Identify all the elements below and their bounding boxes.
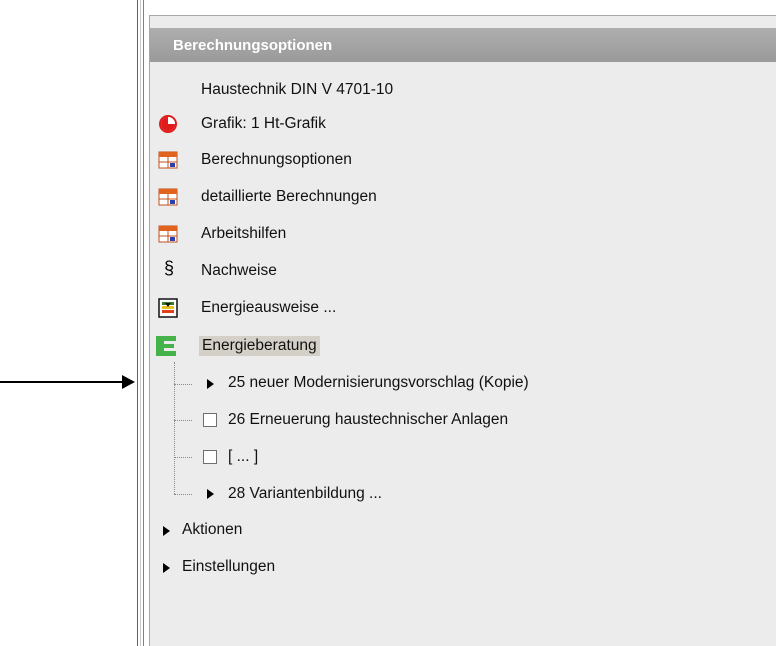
tree-guide-line [174,494,192,495]
panel-header: Berechnungsoptionen [150,28,776,62]
tree-item-label: [ ... ] [228,448,259,465]
menu-item-grafik[interactable]: Grafik: 1 Ht-Grafik [201,111,326,137]
expand-arrow-icon[interactable] [207,379,214,389]
table-icon [158,225,178,243]
panel-title: Berechnungsoptionen [173,36,333,54]
table-icon [158,188,178,206]
checkbox[interactable] [203,450,217,464]
menu-item-label: detaillierte Berechnungen [201,188,377,205]
certificate-icon [158,298,178,318]
menu-item-label: Nachweise [201,262,277,279]
tree-item-variantenbildung[interactable]: 28 Variantenbildung ... [228,481,382,507]
section-label: Einstellungen [182,558,276,575]
checkbox[interactable] [203,413,217,427]
tree-guide-line [174,420,192,421]
menu-item-label: Grafik: 1 Ht-Grafik [201,115,326,132]
section-einstellungen[interactable]: Einstellungen [182,554,275,580]
tree-item-ellipsis[interactable]: [ ... ] [228,444,258,470]
menu-item-label: Berechnungsoptionen [201,151,352,168]
menu-item-berechnungsoptionen[interactable]: Berechnungsoptionen [201,147,352,173]
tree-item-label: 28 Variantenbildung ... [228,485,382,502]
window-frame-line [137,0,138,646]
menu-item-energieberatung[interactable]: Energieberatung [199,333,320,359]
table-icon [158,151,178,169]
menu-item-label: Energieberatung [199,336,320,356]
menu-item-energieausweise[interactable]: Energieausweise ... [201,295,336,321]
menu-item-haustechnik[interactable]: Haustechnik DIN V 4701-10 [201,77,393,103]
section-label: Aktionen [182,521,243,538]
expand-arrow-icon[interactable] [163,526,170,536]
pointer-arrow-line [0,381,124,383]
menu-item-label: Arbeitshilfen [201,225,287,242]
options-panel: Berechnungsoptionen Haustechnik DIN V 47… [149,15,776,646]
pie-chart-icon [159,115,177,133]
menu-item-nachweise[interactable]: Nachweise [201,258,277,284]
section-sign-icon: § [163,258,174,278]
menu-item-label: Energieausweise ... [201,299,337,316]
window-frame-line [143,0,144,646]
energy-e-icon [156,336,176,356]
expand-arrow-icon[interactable] [163,563,170,573]
tree-guide-line [174,362,175,494]
tree-item-label: 25 neuer Modernisierungsvorschlag (Kopie… [228,374,529,391]
menu-item-label: Haustechnik DIN V 4701-10 [201,81,394,98]
expand-arrow-icon[interactable] [207,489,214,499]
menu-item-detaillierte-berechnungen[interactable]: detaillierte Berechnungen [201,184,377,210]
window-frame-line [140,0,141,646]
pointer-arrow-icon [122,375,135,389]
tree-guide-line [174,457,192,458]
tree-item-erneuerung[interactable]: 26 Erneuerung haustechnischer Anlagen [228,407,508,433]
tree-item-modernisierungsvorschlag[interactable]: 25 neuer Modernisierungsvorschlag (Kopie… [228,370,529,396]
menu-item-arbeitshilfen[interactable]: Arbeitshilfen [201,221,286,247]
section-aktionen[interactable]: Aktionen [182,517,242,543]
tree-item-label: 26 Erneuerung haustechnischer Anlagen [228,411,509,428]
tree-guide-line [174,384,192,385]
